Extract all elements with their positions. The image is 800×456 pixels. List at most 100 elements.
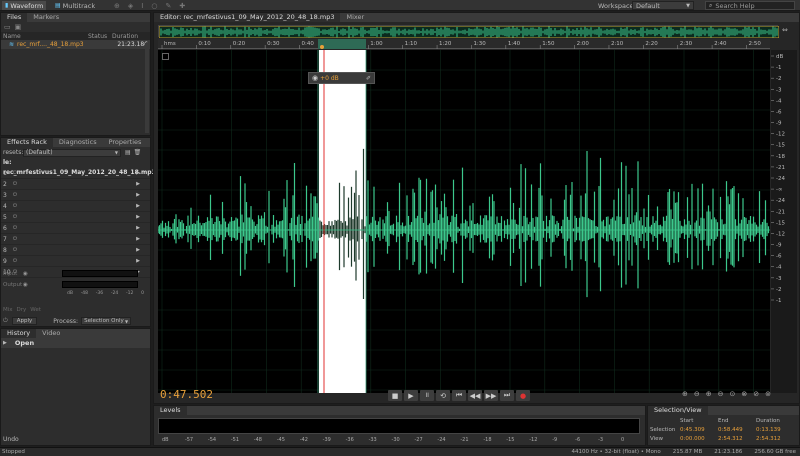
zoom-right-icon[interactable]: ⊚ [765, 390, 771, 398]
zoom-out-time-icon[interactable]: ⊖ [718, 390, 724, 398]
power-icon[interactable]: ⏻ [13, 225, 17, 231]
power-icon[interactable]: ⏻ [13, 203, 17, 209]
trash-icon[interactable]: 🗑 [134, 149, 142, 156]
pause-button[interactable]: ॥ [420, 390, 434, 401]
output-knob-icon[interactable]: ◉ [23, 282, 28, 288]
apply-button[interactable]: Apply [11, 317, 38, 325]
slot-menu-arrow-icon[interactable]: ▶ [136, 181, 140, 187]
zoom-out-full-icon[interactable]: ⊙ [730, 390, 736, 398]
input-knob-icon[interactable]: ◉ [23, 271, 28, 277]
power-icon[interactable]: ⏻ [3, 317, 8, 325]
zoom-selection-icon[interactable]: ⊗ [741, 390, 747, 398]
power-icon[interactable]: ⏻ [13, 214, 17, 220]
import-icon[interactable]: ▭ [4, 23, 11, 31]
tool-spot-heal-icon[interactable]: ✚ [179, 2, 185, 10]
col-status[interactable]: Status [88, 33, 112, 40]
file-row[interactable]: ≋ rec_mrf...._48_18.mp3 21:23.186 [1, 40, 150, 49]
col-duration[interactable]: Duration [112, 33, 138, 40]
effect-slot[interactable]: 7 ⏻ ▶ [1, 234, 150, 245]
power-icon[interactable]: ⏻ [13, 236, 17, 242]
hud-volume[interactable]: ◉ +0 dB ✐ [308, 72, 375, 84]
pin-icon[interactable]: ✐ [366, 75, 371, 82]
tool-time-select-icon[interactable]: I [141, 2, 143, 10]
effect-slot[interactable]: 5 ⏻ ▶ [1, 212, 150, 223]
waveform-svg [158, 50, 770, 393]
tool-move-icon[interactable]: ⊕ [114, 2, 120, 10]
waveform-view-button[interactable]: ▮ Waveform [2, 1, 47, 10]
tab-properties[interactable]: Properties [103, 138, 148, 147]
tab-markers[interactable]: Markers [27, 13, 65, 22]
power-icon[interactable]: ⏻ [13, 258, 17, 264]
stop-button[interactable]: ■ [388, 390, 402, 401]
time-ruler[interactable]: hms0:100:200:300:400:501:001:101:201:301… [158, 39, 770, 49]
channel-toggle-icon[interactable] [162, 53, 169, 60]
go-to-start-button[interactable]: ⏮ [452, 390, 466, 401]
effect-slot[interactable]: 6 ⏻ ▶ [1, 223, 150, 234]
go-to-end-button[interactable]: ⏭ [500, 390, 514, 401]
zoom-left-icon[interactable]: ⊘ [753, 390, 759, 398]
effect-slot[interactable]: 8 ⏻ ▶ [1, 245, 150, 256]
col-name[interactable]: Name [3, 33, 88, 40]
zoom-in-amplitude-icon[interactable]: ⊕ [682, 390, 688, 398]
slot-menu-arrow-icon[interactable]: ▶ [136, 258, 140, 264]
overview-waveform[interactable] [158, 25, 779, 38]
sv-view-duration[interactable]: 2:54.312 [756, 436, 781, 442]
zoom-out-amplitude-icon[interactable]: ⊖ [694, 390, 700, 398]
tab-diagnostics[interactable]: Diagnostics [53, 138, 103, 147]
slot-menu-arrow-icon[interactable]: ▶ [136, 170, 140, 176]
save-preset-icon[interactable]: ▤ [125, 149, 131, 156]
zoom-in-time-icon[interactable]: ⊕ [706, 390, 712, 398]
power-icon[interactable]: ⏻ [13, 181, 17, 187]
search-help-field[interactable]: ⌕ Search Help [705, 1, 795, 10]
effect-slot[interactable]: 4 ⏻ ▶ [1, 201, 150, 212]
effect-slot[interactable]: 3 ⏻ ▶ [1, 190, 150, 201]
db-tick-label: -21 [776, 165, 785, 171]
tool-lasso-icon[interactable]: ○ [151, 2, 157, 10]
slot-menu-arrow-icon[interactable]: ▶ [136, 203, 140, 209]
tool-brush-icon[interactable]: ✎ [165, 2, 171, 10]
slot-menu-arrow-icon[interactable]: ▶ [136, 236, 140, 242]
record-button[interactable]: ● [516, 390, 530, 401]
rewind-button[interactable]: ◀◀ [468, 390, 482, 401]
fast-forward-button[interactable]: ▶▶ [484, 390, 498, 401]
history-item[interactable]: ▶ Open [1, 338, 150, 348]
tab-selection-view[interactable]: Selection/View [648, 406, 708, 415]
power-icon[interactable]: ⏻ [13, 170, 17, 176]
tab-files[interactable]: Files [1, 13, 28, 22]
levels-tick-label: -15 [506, 437, 514, 443]
effect-slot[interactable]: 1 ⏻ ▶ [1, 168, 150, 179]
open-folder-icon[interactable]: ▣ [15, 23, 22, 31]
sv-selection-duration[interactable]: 0:13.139 [756, 427, 781, 433]
presets-select[interactable]: (Default) ▼ [23, 148, 121, 157]
effect-slot[interactable]: 2 ⏻ ▶ [1, 179, 150, 190]
volume-knob-icon[interactable]: ◉ [312, 74, 318, 82]
tab-effects-rack[interactable]: Effects Rack [1, 138, 53, 147]
slot-menu-arrow-icon[interactable]: ▶ [136, 225, 140, 231]
waveform-area[interactable]: ◉ +0 dB ✐ [158, 50, 770, 393]
slot-menu-arrow-icon[interactable]: ▶ [136, 192, 140, 198]
slot-menu-arrow-icon[interactable]: ▶ [136, 247, 140, 253]
loop-button[interactable]: ⟲ [436, 390, 450, 401]
multitrack-view-button[interactable]: ▤ Multitrack [52, 1, 98, 10]
tab-levels[interactable]: Levels [154, 406, 187, 415]
tab-mixer[interactable]: Mixer [340, 13, 370, 22]
effect-slot[interactable]: 9 ⏻ ▶ [1, 256, 150, 267]
process-select[interactable]: Selection Only ▼ [81, 317, 132, 325]
sv-view-start[interactable]: 0:00.000 [680, 436, 718, 442]
sv-selection-start[interactable]: 0:45.309 [680, 427, 718, 433]
sv-view-end[interactable]: 2:54.312 [718, 436, 756, 442]
meter-tick-label: -12 [125, 291, 134, 296]
db-tick-label: -∞ [776, 187, 783, 193]
files-scrollbar[interactable] [145, 43, 149, 133]
sv-selection-end[interactable]: 0:58.449 [718, 427, 756, 433]
tab-history[interactable]: History [1, 329, 37, 338]
slot-menu-arrow-icon[interactable]: ▶ [136, 214, 140, 220]
tab-editor[interactable]: Editor: rec_mrfestivus1_09_May_2012_20_4… [154, 13, 341, 22]
power-icon[interactable]: ⏻ [13, 192, 17, 198]
tool-razor-icon[interactable]: ◈ [128, 2, 133, 10]
workspace-select[interactable]: Default ▼ [632, 1, 694, 10]
power-icon[interactable]: ⏻ [13, 247, 17, 253]
tab-video[interactable]: Video [36, 329, 66, 338]
zoom-full-icon[interactable]: ⇔ [782, 26, 788, 34]
play-button[interactable]: ▶ [404, 390, 418, 401]
